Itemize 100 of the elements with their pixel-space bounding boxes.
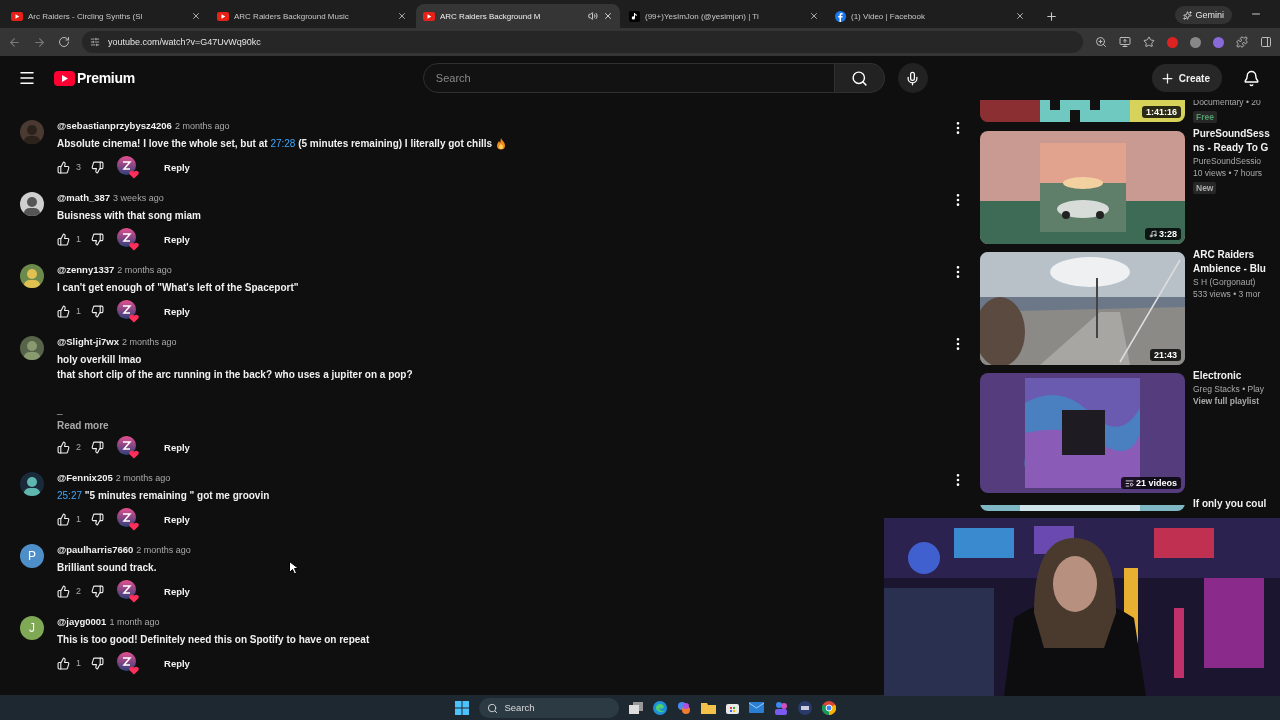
dislike-icon[interactable]	[91, 656, 104, 670]
video-title[interactable]: Ambience - Blu	[1193, 263, 1280, 275]
dislike-icon[interactable]	[91, 440, 104, 454]
dislike-icon[interactable]	[91, 304, 104, 318]
comment-text: _	[57, 403, 63, 417]
search-icon	[850, 69, 868, 87]
folder-icon[interactable]	[700, 701, 716, 714]
comment-time[interactable]: 2 months ago	[136, 545, 191, 555]
people-icon[interactable]	[773, 700, 788, 715]
extension-icon[interactable]	[1213, 36, 1224, 48]
reply-button[interactable]: Reply	[158, 509, 196, 529]
logo-text[interactable]: Premium	[77, 70, 135, 86]
address-bar[interactable]: youtube.com/watch?v=G47UvWq90kc	[82, 31, 1083, 53]
reload-icon[interactable]	[58, 36, 70, 48]
close-icon[interactable]	[397, 11, 407, 21]
start-icon[interactable]	[454, 700, 469, 715]
browser-tab[interactable]: ARC Raiders Background Music	[210, 4, 414, 28]
comment-author[interactable]: @zenny1337	[57, 264, 115, 275]
read-more-button[interactable]: Read more	[57, 420, 109, 431]
creator-heart-icon[interactable]	[116, 507, 140, 531]
video-title[interactable]: PureSoundSess	[1193, 128, 1280, 140]
close-icon[interactable]	[603, 11, 613, 21]
comment-time[interactable]: 2 months ago	[115, 473, 171, 483]
search-button[interactable]	[834, 63, 885, 93]
like-icon[interactable]	[57, 584, 70, 598]
extension-icon[interactable]	[1190, 36, 1201, 48]
creator-heart-icon[interactable]	[116, 579, 140, 603]
reply-button[interactable]: Reply	[158, 229, 196, 249]
close-icon[interactable]	[809, 11, 819, 21]
close-icon[interactable]	[1015, 11, 1025, 21]
side-panel-icon[interactable]	[1260, 36, 1272, 48]
search-field[interactable]: Search	[422, 63, 835, 93]
video-title[interactable]: Electronic	[1193, 370, 1280, 382]
star-icon[interactable]	[1143, 36, 1155, 48]
comment-author[interactable]: @paulharris7660	[57, 544, 134, 555]
timestamp-link[interactable]: 27:28	[270, 138, 296, 149]
comment-author[interactable]: @sebastianprzybysz4206	[57, 120, 172, 131]
playlist-link[interactable]: View full playlist	[1193, 396, 1280, 406]
close-icon[interactable]	[191, 11, 201, 21]
dislike-icon[interactable]	[91, 584, 104, 598]
dislike-icon[interactable]	[91, 512, 104, 526]
create-button[interactable]: Create	[1151, 64, 1222, 92]
like-icon[interactable]	[57, 232, 70, 246]
extension-icon[interactable]	[1167, 36, 1178, 48]
mic-button[interactable]	[897, 63, 928, 93]
creator-heart-icon[interactable]	[116, 155, 140, 179]
dislike-icon[interactable]	[91, 160, 104, 174]
creator-heart-icon[interactable]	[116, 435, 140, 459]
creator-heart-icon[interactable]	[116, 227, 140, 251]
creator-heart-icon[interactable]	[116, 651, 140, 675]
install-icon[interactable]	[1119, 36, 1131, 48]
comment-author[interactable]: @jayg0001	[57, 616, 107, 627]
video-title[interactable]: ARC Raiders	[1193, 249, 1280, 261]
channel-name[interactable]: S H (Gorgonaut)	[1193, 277, 1280, 287]
swirl-icon[interactable]	[652, 700, 667, 715]
video-title[interactable]: If only you coul	[1193, 498, 1280, 510]
reply-button[interactable]: Reply	[158, 581, 196, 601]
comment-time[interactable]: 2 months ago	[122, 337, 177, 347]
browser-tab[interactable]: (99+)YesImJon (@yesimjon) | Ti	[622, 4, 826, 28]
window-stack-icon[interactable]	[628, 701, 643, 714]
gemini-button[interactable]: Gemini	[1175, 6, 1232, 24]
extensions-icon[interactable]	[1236, 36, 1248, 48]
envelope-icon[interactable]	[748, 702, 764, 713]
channel-name[interactable]: Greg Stacks • Play	[1193, 384, 1280, 394]
round-logo-icon[interactable]	[821, 700, 836, 715]
like-icon[interactable]	[57, 160, 70, 174]
creator-heart-icon[interactable]	[116, 299, 140, 323]
blossom-icon[interactable]	[676, 700, 691, 715]
comment-time[interactable]: 2 months ago	[174, 121, 230, 131]
bag-icon[interactable]	[725, 701, 739, 714]
video-title[interactable]: ns - Ready To G	[1193, 142, 1280, 154]
dislike-icon[interactable]	[91, 232, 104, 246]
like-icon[interactable]	[57, 304, 70, 318]
reply-button[interactable]: Reply	[158, 653, 196, 673]
comment-author[interactable]: @Slight-ji7wx	[57, 336, 120, 347]
menu-button[interactable]	[18, 69, 36, 87]
taskbar-search-field[interactable]: Search	[478, 697, 619, 718]
comment-time[interactable]: 2 months ago	[117, 265, 172, 275]
like-icon[interactable]	[57, 656, 70, 670]
play-logo-icon[interactable]	[54, 70, 75, 86]
browser-tab[interactable]: ARC Raiders Background M	[416, 4, 620, 28]
channel-name[interactable]: PureSoundSessio	[1193, 156, 1280, 166]
back-icon[interactable]	[8, 35, 21, 49]
timestamp-link[interactable]: 25:27	[57, 490, 83, 501]
comment-author[interactable]: @math_387	[57, 192, 111, 203]
comment-time[interactable]: 3 weeks ago	[113, 193, 164, 203]
browser-tab[interactable]: Arc Raiders - Circling Synths (Sl	[4, 4, 208, 28]
reply-button[interactable]: Reply	[158, 157, 196, 177]
forward-icon[interactable]	[33, 35, 46, 49]
comment-time[interactable]: 1 month ago	[109, 617, 160, 627]
comment-author[interactable]: @Fennix205	[57, 472, 113, 483]
browser-tab[interactable]: (1) Video | Facebook	[828, 4, 1032, 28]
keypad-icon[interactable]	[797, 700, 812, 715]
site-settings-icon[interactable]	[90, 37, 100, 47]
reply-button[interactable]: Reply	[158, 437, 196, 457]
reply-button[interactable]: Reply	[158, 301, 196, 321]
like-icon[interactable]	[57, 440, 70, 454]
like-icon[interactable]	[57, 512, 70, 526]
speaker-icon[interactable]	[588, 11, 598, 21]
zoom-icon[interactable]	[1095, 36, 1107, 48]
